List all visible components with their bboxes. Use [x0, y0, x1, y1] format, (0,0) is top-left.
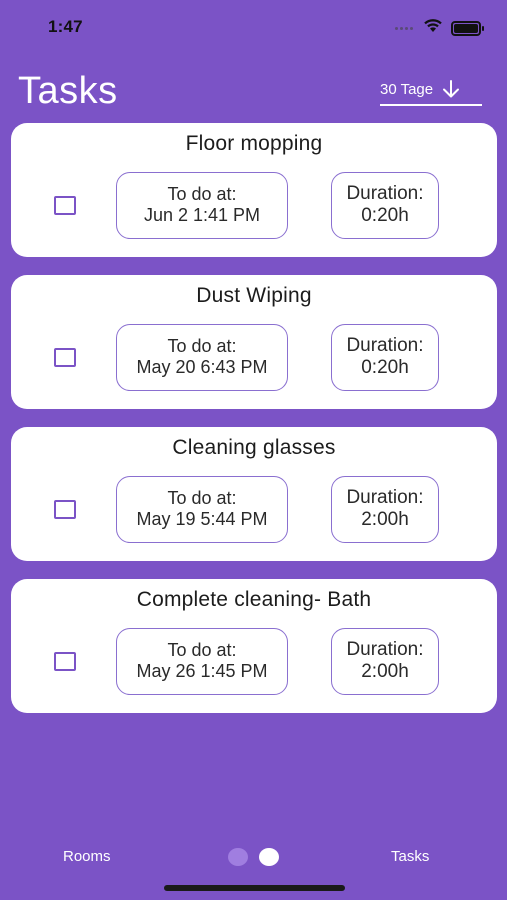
duration-box: Duration: 0:20h [331, 172, 439, 239]
task-card[interactable]: Dust Wiping To do at: May 20 6:43 PM Dur… [11, 275, 497, 409]
signal-dots-icon [395, 26, 413, 30]
todo-date-box: To do at: Jun 2 1:41 PM [116, 172, 288, 239]
todo-date: May 20 6:43 PM [136, 357, 268, 377]
duration-label: Duration: [346, 335, 424, 356]
todo-date: Jun 2 1:41 PM [143, 205, 261, 225]
task-checkbox[interactable] [54, 348, 76, 367]
duration-label: Duration: [346, 487, 424, 508]
page-title: Tasks [18, 70, 118, 112]
task-checkbox[interactable] [54, 500, 76, 519]
duration-value: 2:00h [361, 661, 409, 682]
todo-date-box: To do at: May 19 5:44 PM [116, 476, 288, 543]
duration-label: Duration: [346, 183, 424, 204]
duration-box: Duration: 2:00h [331, 628, 439, 695]
task-checkbox[interactable] [54, 196, 76, 215]
arrow-down-icon [441, 79, 461, 99]
task-list: Floor mopping To do at: Jun 2 1:41 PM Du… [11, 123, 497, 731]
todo-label: To do at: [167, 488, 237, 508]
time-range-label: 30 Tage [380, 80, 434, 98]
duration-label: Duration: [346, 639, 424, 660]
duration-box: Duration: 0:20h [331, 324, 439, 391]
todo-date-box: To do at: May 20 6:43 PM [116, 324, 288, 391]
task-card[interactable]: Floor mopping To do at: Jun 2 1:41 PM Du… [11, 123, 497, 257]
time-range-button[interactable]: 30 Tage [380, 78, 482, 106]
wifi-icon [423, 18, 443, 38]
todo-label: To do at: [167, 184, 237, 204]
status-time: 1:47 [48, 17, 83, 36]
task-title: Floor mopping [185, 132, 323, 155]
todo-date-box: To do at: May 26 1:45 PM [116, 628, 288, 695]
todo-label: To do at: [167, 336, 237, 356]
battery-icon [451, 20, 484, 36]
duration-value: 0:20h [361, 205, 409, 226]
task-title: Complete cleaning- Bath [136, 588, 372, 611]
duration-box: Duration: 2:00h [331, 476, 439, 543]
todo-label: To do at: [167, 640, 237, 660]
duration-value: 0:20h [361, 357, 409, 378]
tab-rooms[interactable]: Rooms [63, 848, 111, 865]
status-icons [395, 18, 484, 38]
task-card[interactable]: Cleaning glasses To do at: May 19 5:44 P… [11, 427, 497, 561]
todo-date: May 26 1:45 PM [136, 661, 268, 681]
todo-date: May 19 5:44 PM [136, 509, 268, 529]
status-bar: 1:47 [0, 0, 507, 52]
bottom-tab-bar: Rooms Tasks [0, 840, 507, 876]
home-indicator[interactable] [164, 885, 345, 891]
task-card[interactable]: Complete cleaning- Bath To do at: May 26… [11, 579, 497, 713]
task-checkbox[interactable] [54, 652, 76, 671]
page-indicator [228, 848, 279, 866]
duration-value: 2:00h [361, 509, 409, 530]
page-dot-1[interactable] [228, 848, 248, 866]
task-title: Cleaning glasses [172, 436, 336, 459]
tab-tasks[interactable]: Tasks [391, 848, 429, 865]
task-title: Dust Wiping [196, 284, 312, 307]
page-dot-2-active[interactable] [259, 848, 279, 866]
